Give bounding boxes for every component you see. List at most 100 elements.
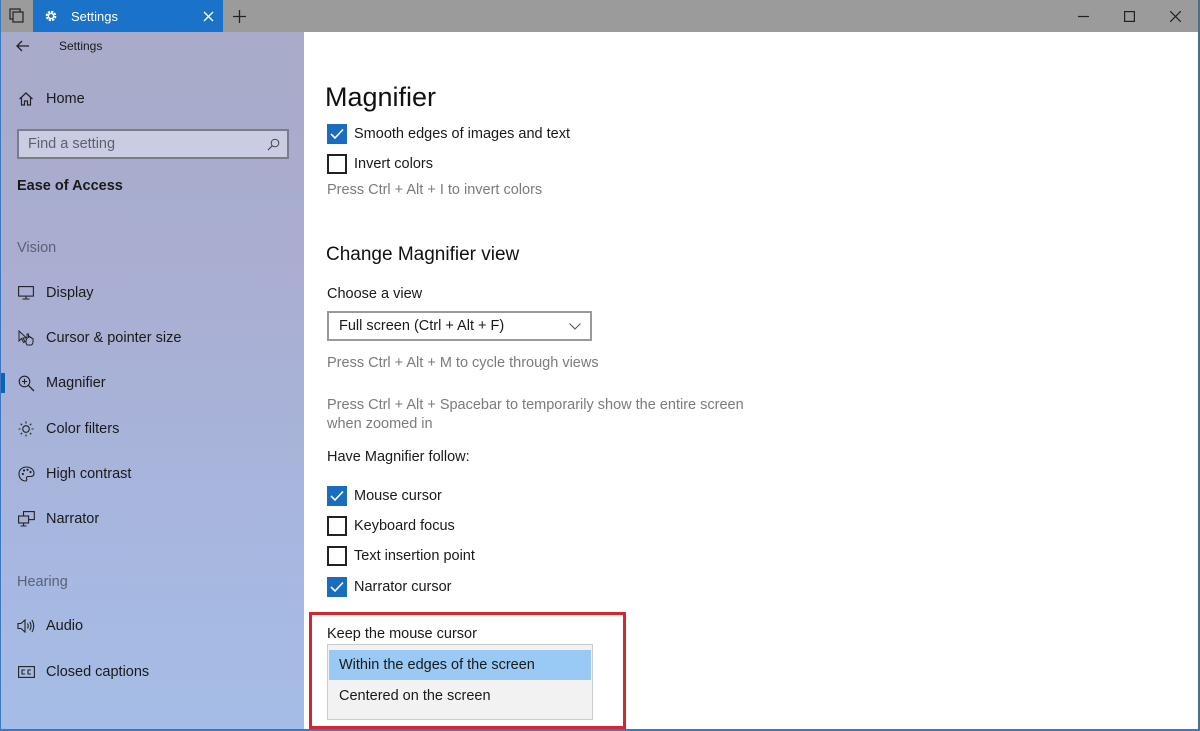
sidebar-item-closed-captions[interactable]: Closed captions xyxy=(1,655,304,689)
cycle-hint: Press Ctrl + Alt + M to cycle through vi… xyxy=(327,355,599,371)
category-heading: Ease of Access xyxy=(17,178,123,194)
tab-title: Settings xyxy=(71,8,118,24)
keep-cursor-label: Keep the mouse cursor xyxy=(327,626,477,642)
sidebar-item-magnifier[interactable]: Magnifier xyxy=(1,366,304,400)
checkbox-label: Text insertion point xyxy=(354,548,475,564)
view-select-value: Full screen (Ctrl + Alt + F) xyxy=(339,318,505,334)
choose-view-label: Choose a view xyxy=(327,286,423,302)
search-box[interactable] xyxy=(17,129,289,159)
selection-indicator xyxy=(1,283,5,303)
checkmark-icon xyxy=(330,581,344,593)
selection-indicator xyxy=(1,464,5,484)
section-heading-vision: Vision xyxy=(17,240,57,256)
palette-icon xyxy=(16,464,36,484)
smooth-edges-checkbox-row[interactable]: Smooth edges of images and text xyxy=(327,122,570,146)
sidebar-item-display[interactable]: Display xyxy=(1,276,304,310)
sidebar-item-narrator[interactable]: Narrator xyxy=(1,502,304,536)
follow-keyboard-focus-row[interactable]: Keyboard focus xyxy=(327,514,455,538)
search-button[interactable] xyxy=(259,131,287,157)
speaker-icon xyxy=(16,616,36,636)
sidebar-item-label: Home xyxy=(46,91,85,107)
sidebar-item-audio[interactable]: Audio xyxy=(1,609,304,643)
search-input[interactable] xyxy=(19,136,259,152)
tab-settings[interactable]: Settings xyxy=(33,0,223,32)
search-icon xyxy=(267,138,279,150)
spacebar-hint-line2: when zoomed in xyxy=(327,416,433,432)
view-select[interactable]: Full screen (Ctrl + Alt + F) xyxy=(327,311,592,341)
minimize-button[interactable] xyxy=(1060,0,1106,32)
sun-icon xyxy=(16,419,36,439)
app-title: Settings xyxy=(59,39,103,53)
sidebar-item-label: Audio xyxy=(46,618,84,634)
checkmark-icon xyxy=(330,490,344,502)
window-controls xyxy=(1060,0,1198,32)
magnifier-icon xyxy=(16,373,36,393)
cc-icon xyxy=(16,662,36,682)
dropdown-option-centered[interactable]: Centered on the screen xyxy=(329,681,591,711)
page-title: Magnifier xyxy=(325,82,437,112)
selection-indicator xyxy=(1,419,5,439)
mouse-cursor-checkbox[interactable] xyxy=(327,486,347,506)
back-arrow-icon xyxy=(16,40,29,52)
task-view-button[interactable] xyxy=(1,0,33,32)
follow-narrator-cursor-row[interactable]: Narrator cursor xyxy=(327,575,452,599)
sidebar-item-label: Display xyxy=(46,285,94,301)
sidebar-item-label: Cursor & pointer size xyxy=(46,330,182,346)
checkbox-label: Keyboard focus xyxy=(354,518,455,534)
keep-cursor-dropdown-list[interactable]: Within the edges of the screen Centered … xyxy=(327,644,593,720)
text-insertion-point-checkbox[interactable] xyxy=(327,546,347,566)
dropdown-option-within-edges[interactable]: Within the edges of the screen xyxy=(329,650,591,680)
invert-colors-checkbox-row[interactable]: Invert colors xyxy=(327,152,433,176)
invert-colors-checkbox[interactable] xyxy=(327,154,347,174)
main-content: Magnifier Smooth edges of images and tex… xyxy=(304,32,1198,729)
home-icon xyxy=(16,89,36,109)
checkbox-label: Mouse cursor xyxy=(354,488,442,504)
sidebar-item-home[interactable]: Home xyxy=(1,84,304,114)
chevron-down-icon xyxy=(560,313,590,339)
narrator-icon xyxy=(16,509,36,529)
sidebar-item-color-filters[interactable]: Color filters xyxy=(1,412,304,446)
narrator-cursor-checkbox[interactable] xyxy=(327,577,347,597)
invert-hint: Press Ctrl + Alt + I to invert colors xyxy=(327,182,543,198)
sidebar-item-label: Closed captions xyxy=(46,664,150,680)
follow-label: Have Magnifier follow: xyxy=(327,449,470,465)
title-bar: Settings xyxy=(1,0,1198,32)
monitor-icon xyxy=(16,283,36,303)
checkbox-label: Narrator cursor xyxy=(354,579,452,595)
sidebar-item-label: Color filters xyxy=(46,421,120,437)
pointer-icon xyxy=(16,328,36,348)
sidebar: Settings Home Ease of Access Vision xyxy=(1,32,304,729)
smooth-edges-checkbox[interactable] xyxy=(327,124,347,144)
sidebar-item-label: Narrator xyxy=(46,511,100,527)
checkbox-label: Smooth edges of images and text xyxy=(354,126,571,142)
sidebar-item-cursor-pointer-size[interactable]: Cursor & pointer size xyxy=(1,321,304,355)
change-view-heading: Change Magnifier view xyxy=(326,244,520,265)
selection-indicator xyxy=(1,328,5,348)
minimize-icon xyxy=(1077,15,1089,17)
gear-icon xyxy=(43,8,59,24)
spacebar-hint-line1: Press Ctrl + Alt + Spacebar to temporari… xyxy=(327,397,744,413)
checkmark-icon xyxy=(330,128,344,140)
sidebar-item-label: High contrast xyxy=(46,466,132,482)
tab-close-button[interactable] xyxy=(193,0,223,32)
new-tab-button[interactable] xyxy=(225,0,253,32)
sidebar-item-label: Magnifier xyxy=(46,375,106,391)
sidebar-item-high-contrast[interactable]: High contrast xyxy=(1,457,304,491)
settings-window: Settings Settings Home Find a setting Ea… xyxy=(0,0,1200,731)
checkbox-label: Invert colors xyxy=(354,156,433,172)
back-button[interactable] xyxy=(1,32,45,60)
maximize-button[interactable] xyxy=(1106,0,1152,32)
close-icon xyxy=(1169,10,1181,22)
keyboard-focus-checkbox[interactable] xyxy=(327,516,347,536)
sidebar-header: Settings xyxy=(1,32,304,60)
selection-indicator xyxy=(1,509,5,529)
task-view-icon xyxy=(9,8,24,23)
follow-text-insertion-row[interactable]: Text insertion point xyxy=(327,544,475,568)
close-button[interactable] xyxy=(1152,0,1198,32)
plus-icon xyxy=(232,9,246,23)
maximize-icon xyxy=(1123,10,1135,22)
follow-mouse-cursor-row[interactable]: Mouse cursor xyxy=(327,484,442,508)
close-icon xyxy=(203,11,213,21)
selection-indicator xyxy=(1,616,5,636)
section-heading-hearing: Hearing xyxy=(17,574,68,590)
